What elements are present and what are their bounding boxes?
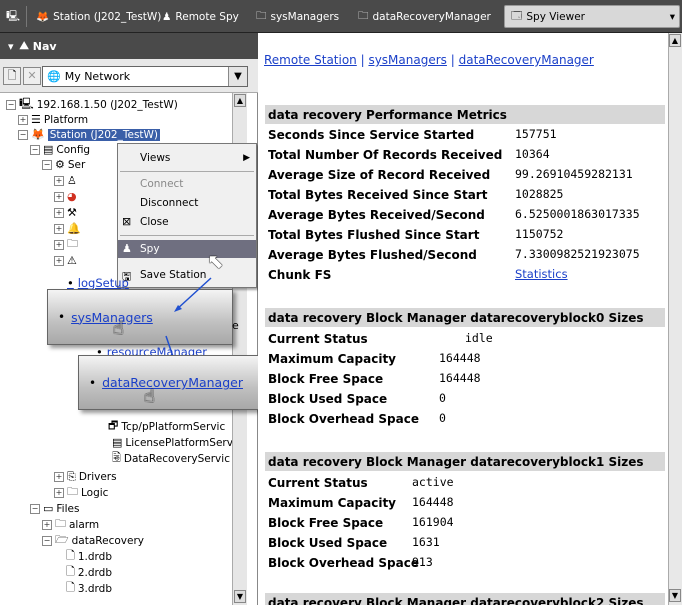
metric-value: 157751 [515, 127, 557, 141]
metric-label: Chunk FS [268, 267, 332, 282]
breadcrumb: Remote Station | sysManagers | dataRecov… [264, 53, 594, 67]
metric-value: 99.26910459282131 [515, 167, 633, 181]
scroll-down-icon[interactable]: ▼ [669, 589, 681, 602]
perf-section-title: data recovery Performance Metrics [265, 105, 665, 124]
breadcrumb-separator: | [446, 53, 459, 67]
block-row: Block Used Space [268, 533, 387, 552]
block-row: Maximum Capacity [268, 349, 396, 368]
block-row: Block Overhead Space [268, 409, 419, 428]
block-value: 164448 [439, 371, 481, 385]
block-value: 164448 [412, 495, 454, 509]
metric-label: Total Bytes Flushed Since Start [268, 227, 480, 242]
statistics-cell: Statistics [515, 267, 568, 281]
breadcrumb-sysmanagers[interactable]: sysManagers [368, 53, 446, 67]
block0-section-title: data recovery Block Manager datarecovery… [265, 308, 665, 327]
metric-label: Average Bytes Received/Second [268, 207, 485, 222]
block-label: Current Status [268, 331, 368, 346]
statistics-link[interactable]: Statistics [515, 267, 568, 281]
metric-value: 10364 [515, 147, 550, 161]
block-value: 0 [439, 411, 446, 425]
metric-row: Total Bytes Received Since Start [268, 185, 487, 204]
block-label: Block Used Space [268, 535, 388, 550]
metric-row: Total Number Of Records Received [268, 145, 502, 164]
breadcrumb-separator: | [356, 53, 369, 67]
block-label: Block Used Space [268, 391, 388, 406]
metric-label: Total Number Of Records Received [268, 147, 503, 162]
block-row: Block Overhead Space [268, 553, 419, 572]
block-row: Current Status [268, 329, 368, 348]
block-value: 0 [439, 391, 446, 405]
block-row: Maximum Capacity [268, 493, 396, 512]
block-label: Block Overhead Space [268, 555, 419, 570]
block-value: 161904 [412, 515, 454, 529]
block-value: idle [465, 331, 493, 345]
metric-value: 1150752 [515, 227, 564, 241]
block-label: Block Free Space [268, 515, 384, 530]
callout-datarecoverymanager: • dataRecoveryManager [78, 355, 260, 410]
datarecoverymanager-link[interactable]: dataRecoveryManager [102, 375, 243, 390]
block2-section-title: data recovery Block Manager datarecovery… [265, 593, 665, 605]
arrow-line [175, 277, 212, 311]
hand-pointer-icon: ☝ [144, 386, 155, 407]
metric-value: 7.3300982521923075 [515, 247, 640, 261]
metric-value: 6.5250001863017335 [515, 207, 640, 221]
block1-section-title: data recovery Block Manager datarecovery… [265, 452, 665, 471]
content-scrollbar[interactable]: ▲ ▼ [668, 33, 682, 605]
metric-label: Seconds Since Service Started [268, 127, 475, 142]
block-label: Block Free Space [268, 371, 384, 386]
breadcrumb-datarecoverymanager[interactable]: dataRecoveryManager [459, 53, 594, 67]
block-value: 164448 [439, 351, 481, 365]
metric-label: Average Size of Record Received [268, 167, 491, 182]
block-row: Block Free Space [268, 513, 383, 532]
metric-row: Average Bytes Received/Second [268, 205, 485, 224]
bullet-icon: • [89, 375, 97, 390]
metric-row: Chunk FS [268, 265, 331, 284]
metric-label: Total Bytes Received Since Start [268, 187, 488, 202]
metric-row: Average Bytes Flushed/Second [268, 245, 477, 264]
metric-label: Average Bytes Flushed/Second [268, 247, 477, 262]
spy-content: Remote Station | sysManagers | dataRecov… [258, 33, 668, 605]
breadcrumb-remote-station[interactable]: Remote Station [264, 53, 357, 67]
block-label: Maximum Capacity [268, 351, 396, 366]
block-value: 913 [412, 555, 433, 569]
block-label: Current Status [268, 475, 368, 490]
block-value: active [412, 475, 454, 489]
block-label: Block Overhead Space [268, 411, 419, 426]
scroll-up-icon[interactable]: ▲ [669, 34, 681, 47]
metric-value: 1028825 [515, 187, 564, 201]
block-row: Block Used Space [268, 389, 387, 408]
metric-row: Average Size of Record Received [268, 165, 490, 184]
metric-row: Seconds Since Service Started [268, 125, 474, 144]
block-row: Block Free Space [268, 369, 383, 388]
metric-row: Total Bytes Flushed Since Start [268, 225, 479, 244]
block-label: Maximum Capacity [268, 495, 396, 510]
block-value: 1631 [412, 535, 440, 549]
block-row: Current Status [268, 473, 368, 492]
